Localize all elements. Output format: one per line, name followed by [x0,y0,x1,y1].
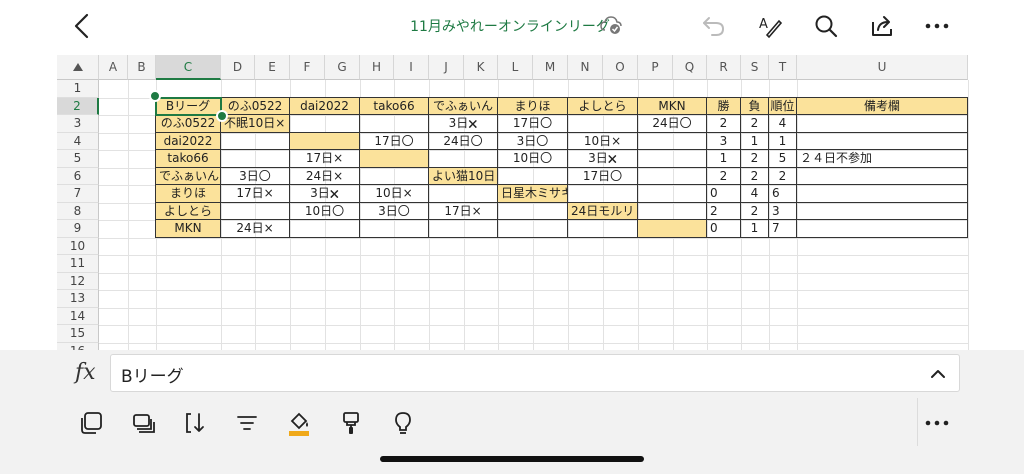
search-icon[interactable] [810,10,842,42]
more-options-icon[interactable] [922,408,952,438]
column-header-e[interactable]: E [255,55,290,80]
row-header-3[interactable]: 3 [57,115,99,133]
column-header-t[interactable]: T [769,55,797,80]
column-header-i[interactable]: I [394,55,429,80]
row-header-7[interactable]: 7 [57,185,99,203]
column-header-j[interactable]: J [429,55,464,80]
spreadsheet-grid[interactable]: ABCDEFGHIJKLMNOPQRSTU 1 2 3 4 5 6 7 8 9 10 11 12 13 1… [0,52,1024,350]
selection-handle-bottom-right[interactable] [216,110,228,122]
more-icon[interactable] [921,10,953,42]
grid-vline [968,80,969,350]
paste-icon[interactable] [128,408,158,438]
cloud-saved-icon [600,15,622,35]
formula-text: Bリーグ [121,367,184,387]
format-painter-icon[interactable] [336,408,366,438]
column-header-u[interactable]: U [797,55,968,80]
column-header-c[interactable]: C [156,55,221,80]
selection-handle-top-left[interactable] [149,89,161,102]
column-header-g[interactable]: G [325,55,360,80]
sort-icon[interactable] [180,408,210,438]
grid-hline [99,272,968,274]
column-header-h[interactable]: H [360,55,394,80]
share-icon[interactable] [866,10,898,42]
column-header-f[interactable]: F [290,55,325,80]
select-all-corner[interactable] [57,55,99,80]
toolbar-divider [917,398,918,446]
column-header-b[interactable]: B [128,55,156,80]
copy-cells-icon[interactable] [76,408,106,438]
formula-bar: fx Bリーグ [0,350,1024,398]
row-header-2[interactable]: 2 [57,97,99,115]
svg-text:A: A [759,17,768,32]
row-header-10[interactable]: 10 [57,237,99,255]
grid-hline [99,237,968,239]
draw-pen-icon[interactable]: A [754,10,786,42]
row-header-13[interactable]: 13 [57,290,99,308]
row-header-8[interactable]: 8 [57,202,99,220]
table-outer-border [155,96,968,238]
filter-icon[interactable] [232,408,262,438]
column-header-k[interactable]: K [464,55,498,80]
row-header-6[interactable]: 6 [57,167,99,185]
top-toolbar: 11月みやれーオンラインリーグ A [0,0,1024,52]
column-header-m[interactable]: M [533,55,568,80]
row-header-1[interactable]: 1 [57,80,99,98]
chevron-up-icon[interactable] [929,365,947,383]
back-chevron-icon[interactable] [66,10,98,42]
column-header-r[interactable]: R [707,55,741,80]
column-header-s[interactable]: S [741,55,769,80]
row-header-16[interactable]: 16 [57,342,99,350]
row-header-11[interactable]: 11 [57,255,99,273]
row-header-4[interactable]: 4 [57,132,99,150]
formula-input[interactable]: Bリーグ [110,354,960,392]
row-header-15[interactable]: 15 [57,325,99,343]
row-header-12[interactable]: 12 [57,272,99,290]
selection-box [155,96,222,116]
undo-icon[interactable] [698,10,730,42]
column-header-n[interactable]: N [568,55,603,80]
grid-hline [99,290,968,291]
grid-hline [99,307,968,309]
row-header-14[interactable]: 14 [57,307,99,325]
home-indicator [380,456,644,462]
column-header-d[interactable]: D [221,55,255,80]
grid-hline [99,325,968,326]
fx-icon[interactable]: fx [75,360,96,385]
grid-vline [128,80,129,350]
column-header-q[interactable]: Q [673,55,707,80]
bottom-toolbar [0,398,1024,474]
column-header-l[interactable]: L [498,55,533,80]
row-header-5[interactable]: 5 [57,150,99,168]
column-header-a[interactable]: A [99,55,128,80]
fill-color-icon[interactable] [284,408,314,438]
column-header-p[interactable]: P [638,55,673,80]
grid-hline [99,342,968,344]
grid-hline [99,255,968,256]
ideas-lightbulb-icon[interactable] [388,408,418,438]
row-header-9[interactable]: 9 [57,220,99,238]
column-header-o[interactable]: O [603,55,638,80]
